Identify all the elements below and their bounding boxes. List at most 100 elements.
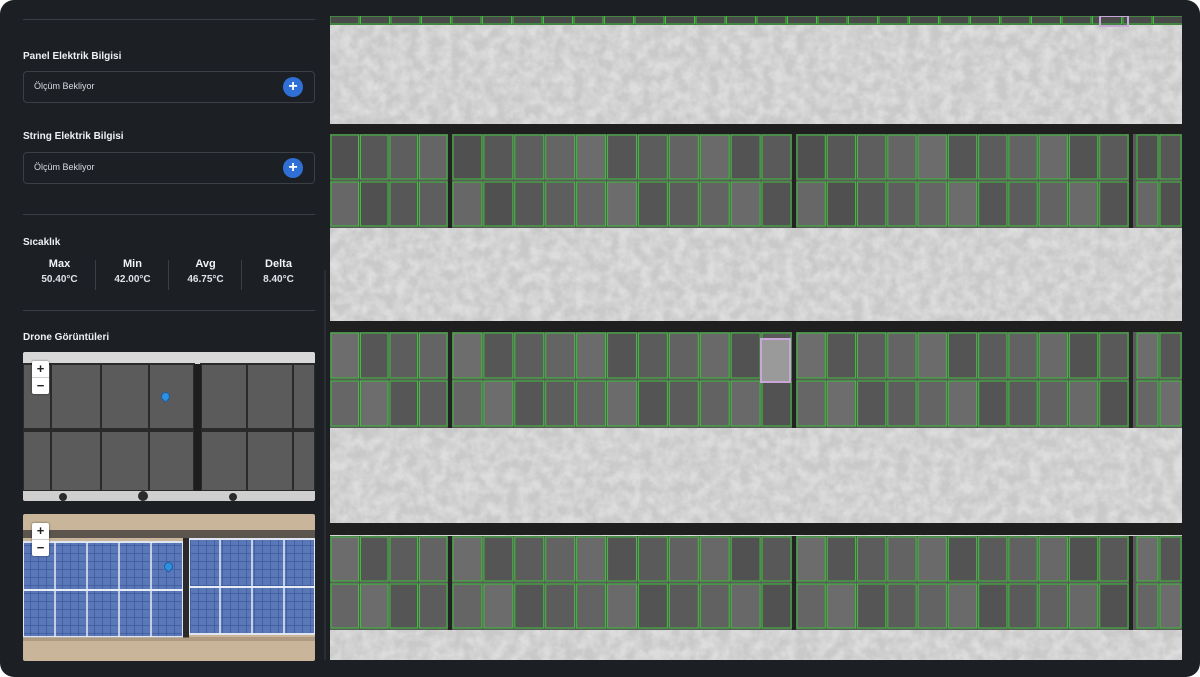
panel-detection-box bbox=[389, 380, 418, 427]
panel-detection-box bbox=[1136, 134, 1159, 180]
panel-detection-box bbox=[360, 181, 389, 227]
panel-detection-box bbox=[576, 134, 607, 180]
panel-detection-box bbox=[389, 181, 418, 227]
panel-detection-box bbox=[514, 380, 545, 427]
temp-delta-label: Delta bbox=[265, 258, 292, 270]
rgb-minimap[interactable]: + − bbox=[23, 514, 315, 661]
panel-detection-box bbox=[330, 536, 359, 582]
panel-detection-box bbox=[1099, 332, 1129, 379]
panel-detection-box bbox=[796, 134, 826, 180]
panel-detection-box bbox=[857, 181, 887, 227]
panel-detection-box bbox=[1008, 536, 1038, 582]
panel-detection-box bbox=[917, 380, 947, 427]
panel-detection-box bbox=[978, 380, 1008, 427]
panel-detection-box bbox=[389, 134, 418, 180]
string-info-add-button[interactable]: + bbox=[283, 158, 303, 178]
panel-detection-box bbox=[330, 181, 359, 227]
panel-info-add-button[interactable]: + bbox=[283, 77, 303, 97]
panel-detection-box bbox=[761, 380, 792, 427]
panel-detection-box bbox=[419, 181, 448, 227]
row-gap bbox=[448, 536, 452, 630]
panel-detection-box bbox=[545, 583, 576, 629]
panel-info-title: Panel Elektrik Bilgisi bbox=[23, 51, 122, 62]
panel-detection-box bbox=[887, 134, 917, 180]
zoom-in-button[interactable]: + bbox=[32, 523, 49, 540]
panel-detection-box bbox=[1159, 134, 1182, 180]
panel-detection-box bbox=[699, 134, 730, 180]
panel-detection-box bbox=[917, 536, 947, 582]
panel-detection-box bbox=[947, 380, 978, 427]
panel-detection-box bbox=[947, 332, 978, 379]
panel-detection-box bbox=[761, 134, 792, 180]
zoom-out-button[interactable]: − bbox=[32, 378, 49, 394]
panel-detection-box bbox=[1038, 536, 1068, 582]
divider bbox=[23, 19, 315, 20]
panel-detection-box bbox=[607, 583, 637, 629]
temp-avg: Avg 46.75°C bbox=[169, 258, 242, 285]
row-gap bbox=[792, 332, 796, 428]
panel-detection-box bbox=[1008, 583, 1038, 629]
panel-detection-box bbox=[576, 536, 607, 582]
panel-detection-box bbox=[1136, 536, 1159, 582]
panel-detection-box bbox=[330, 332, 359, 379]
panel-detection-box bbox=[917, 583, 947, 629]
panel-detection-box bbox=[545, 332, 576, 379]
panel-detection-box bbox=[1136, 583, 1159, 629]
panel-detection-box bbox=[419, 380, 448, 427]
panel-detection-box bbox=[514, 181, 545, 227]
panel-info-status: Ölçüm Bekliyor bbox=[34, 81, 95, 91]
panel-detection-box bbox=[699, 181, 730, 227]
panel-detection-box bbox=[730, 380, 761, 427]
panel-detection-box bbox=[1008, 332, 1038, 379]
panel-detection-box bbox=[330, 380, 359, 427]
panel-detection-box bbox=[668, 536, 699, 582]
panel-detection-box bbox=[730, 583, 761, 629]
panel-detection-box bbox=[947, 181, 978, 227]
row-shadow bbox=[330, 523, 1182, 535]
panel-detection-box bbox=[360, 380, 389, 427]
row-gap bbox=[792, 536, 796, 630]
panel-detection-box bbox=[452, 332, 483, 379]
panel-detection-box bbox=[1068, 134, 1099, 180]
panel-detection-box bbox=[607, 380, 637, 427]
row-gap bbox=[1129, 332, 1133, 428]
panel-detection-box bbox=[389, 332, 418, 379]
panel-detection-box bbox=[887, 536, 917, 582]
panel-detection-box bbox=[1159, 332, 1182, 379]
panel-detection-box bbox=[917, 134, 947, 180]
temp-min-label: Min bbox=[123, 258, 142, 270]
panel-detection-box bbox=[857, 332, 887, 379]
panel-detection-box bbox=[978, 536, 1008, 582]
temp-min: Min 42.00°C bbox=[96, 258, 169, 285]
sidebar-scrollbar[interactable] bbox=[324, 270, 326, 660]
thermal-aerial-image[interactable] bbox=[330, 16, 1182, 660]
panel-detection-box bbox=[545, 181, 576, 227]
panel-detection-box bbox=[576, 332, 607, 379]
panel-detection-box bbox=[947, 134, 978, 180]
thermal-minimap[interactable]: + − bbox=[23, 352, 315, 501]
panel-detection-box bbox=[545, 380, 576, 427]
panel-detection-box bbox=[1068, 332, 1099, 379]
panel-detection-box bbox=[887, 583, 917, 629]
panel-detection-box bbox=[514, 134, 545, 180]
panel-detection-box bbox=[1068, 181, 1099, 227]
thermal-minimap-image bbox=[23, 352, 315, 501]
panel-detection-box bbox=[360, 134, 389, 180]
panel-detection-box bbox=[887, 332, 917, 379]
panel-detection-box bbox=[857, 380, 887, 427]
panel-detection-box bbox=[826, 380, 857, 427]
zoom-in-button[interactable]: + bbox=[32, 361, 49, 378]
panel-detection-box bbox=[1099, 536, 1129, 582]
panel-detection-box bbox=[668, 134, 699, 180]
panel-detection-box bbox=[699, 332, 730, 379]
panel-detection-box bbox=[1038, 134, 1068, 180]
zoom-out-button[interactable]: − bbox=[32, 540, 49, 556]
panel-detection-box bbox=[452, 134, 483, 180]
panel-detection-box bbox=[483, 536, 514, 582]
panel-detection-box bbox=[637, 536, 668, 582]
panel-detection-box bbox=[330, 134, 359, 180]
rgb-minimap-image bbox=[23, 514, 315, 661]
panel-detection-box bbox=[576, 380, 607, 427]
string-info-status: Ölçüm Bekliyor bbox=[34, 162, 95, 172]
thermal-zoom-control: + − bbox=[32, 361, 49, 394]
